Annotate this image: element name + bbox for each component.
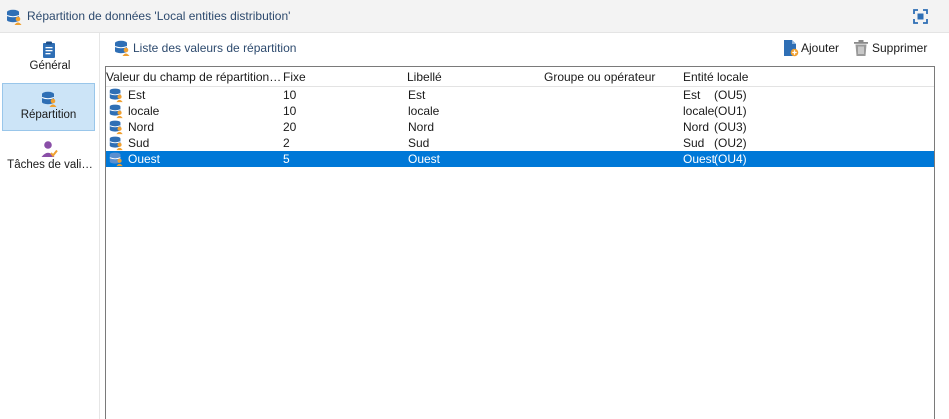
cell-libelle: Nord — [408, 120, 435, 134]
sidebar-item-general[interactable]: Général — [0, 35, 100, 83]
sidebar-item-repartition[interactable]: Répartition — [2, 83, 95, 131]
sidebar-item-label: Répartition — [20, 109, 77, 121]
cell-value: Ouest — [128, 152, 161, 166]
column-header-group-operator[interactable]: Groupe ou opérateur — [544, 70, 679, 84]
cell-fixe: 2 — [283, 136, 290, 150]
cell-fixe: 20 — [283, 120, 297, 134]
database-user-icon — [5, 8, 23, 29]
cell-libelle: Est — [408, 88, 426, 102]
database-user-icon — [108, 135, 124, 151]
database-user-icon — [113, 39, 131, 60]
database-user-icon — [108, 87, 124, 103]
window-title: Répartition de données 'Local entities d… — [27, 9, 291, 23]
column-header-value[interactable]: Valeur du champ de répartition… — [106, 70, 282, 84]
cell-libelle: locale — [408, 104, 440, 118]
cell-entity-code: (OU3) — [714, 120, 747, 134]
cell-entity-code: (OU4) — [714, 152, 747, 166]
table-row[interactable]: Nord 20 Nord Nord (OU3) — [106, 119, 934, 135]
clipboard-icon — [40, 41, 58, 59]
table-row-selected[interactable]: Ouest 5 Ouest Ouest (OU4) — [106, 151, 934, 167]
cell-entity-code: (OU1) — [714, 104, 747, 118]
cell-libelle: Sud — [408, 136, 430, 150]
cell-entity-code: (OU2) — [714, 136, 747, 150]
delete-button-label: Supprimer — [872, 41, 928, 55]
window-titlebar: Répartition de données 'Local entities d… — [0, 0, 949, 33]
cell-value: Sud — [128, 136, 150, 150]
add-button-label: Ajouter — [801, 41, 840, 55]
cell-fixe: 5 — [283, 152, 290, 166]
cell-libelle: Ouest — [408, 152, 441, 166]
database-user-icon — [40, 90, 58, 108]
toolbar-title: Liste des valeurs de répartition — [133, 41, 297, 55]
column-header-local-entity[interactable]: Entité locale — [683, 70, 803, 84]
database-user-icon — [108, 119, 124, 135]
toolbar: Liste des valeurs de répartition Ajouter — [101, 33, 949, 63]
maximize-icon[interactable] — [912, 8, 929, 25]
column-header-libelle[interactable]: Libellé — [407, 70, 537, 84]
table-row[interactable]: locale 10 locale locale (OU1) — [106, 103, 934, 119]
distribution-values-table: Valeur du champ de répartition… Fixe Lib… — [105, 66, 935, 419]
cell-value: locale — [128, 104, 160, 118]
table-row[interactable]: Est 10 Est Est (OU5) — [106, 87, 934, 103]
column-header-fixe[interactable]: Fixe — [283, 70, 393, 84]
sidebar: Général Répartition Tâches de vali… — [0, 33, 100, 419]
table-row[interactable]: Sud 2 Sud Sud (OU2) — [106, 135, 934, 151]
cell-value: Est — [128, 88, 146, 102]
table-header: Valeur du champ de répartition… Fixe Lib… — [106, 67, 934, 87]
cell-fixe: 10 — [283, 88, 297, 102]
database-user-icon — [108, 151, 124, 167]
sidebar-item-label: Général — [29, 60, 71, 72]
trash-icon — [852, 39, 870, 60]
database-user-icon — [108, 103, 124, 119]
cell-entity-code: (OU5) — [714, 88, 747, 102]
cell-fixe: 10 — [283, 104, 297, 118]
main-panel: Liste des valeurs de répartition Ajouter — [101, 33, 949, 419]
sidebar-item-label: Tâches de vali… — [7, 159, 93, 171]
sidebar-item-validation-tasks[interactable]: Tâches de vali… — [0, 134, 100, 182]
cell-value: Nord — [128, 120, 155, 134]
user-approval-icon — [40, 140, 58, 158]
add-document-icon — [781, 39, 799, 60]
